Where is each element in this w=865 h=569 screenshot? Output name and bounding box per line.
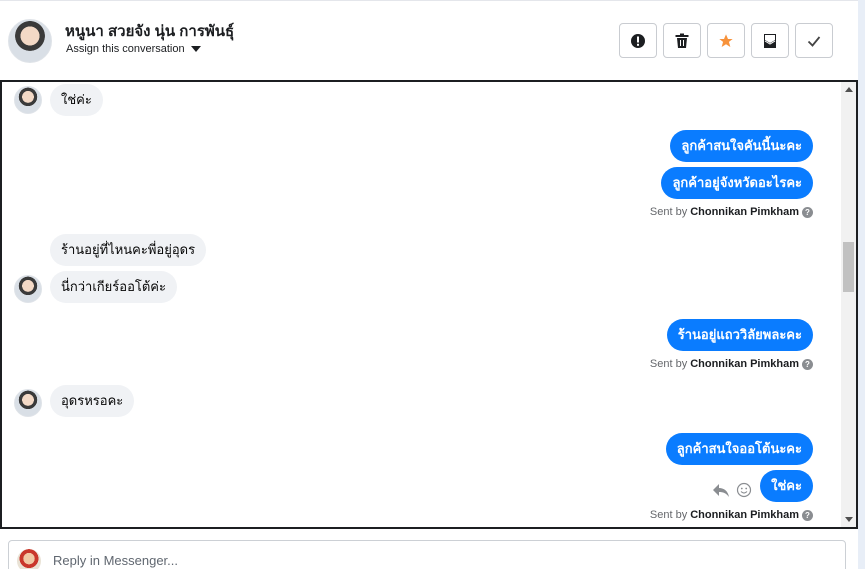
message-list[interactable]: ใช่ค่ะ ลูกค้าสนใจคันนี้นะคะ ลูกค้าอยู่จั… bbox=[0, 80, 858, 529]
outgoing-message[interactable]: ร้านอยู่แถววิลัยพละคะ bbox=[666, 319, 813, 351]
mark-spam-button[interactable] bbox=[619, 23, 657, 58]
page-avatar bbox=[17, 549, 41, 569]
scrollbar[interactable] bbox=[841, 82, 856, 527]
incoming-message[interactable]: นี่กว่าเกียร์ออโต้ค่ะ bbox=[50, 271, 177, 303]
sent-by-name: Chonnikan Pimkham bbox=[690, 509, 799, 521]
sent-by-label: Sent by Chonnikan Pimkham ? bbox=[650, 206, 813, 218]
outgoing-message[interactable]: ใช่คะ bbox=[760, 470, 813, 502]
contact-avatar-small bbox=[14, 275, 42, 303]
reply-arrow-icon[interactable] bbox=[712, 482, 730, 498]
help-icon[interactable]: ? bbox=[802, 509, 813, 521]
assign-label: Assign this conversation bbox=[66, 43, 185, 55]
sent-by-prefix: Sent by bbox=[649, 358, 688, 370]
reply-input[interactable] bbox=[53, 553, 813, 568]
scroll-down-arrow-icon[interactable] bbox=[845, 517, 853, 522]
outgoing-message[interactable]: ลูกค้าอยู่จังหวัดอะไรคะ bbox=[661, 167, 813, 199]
outgoing-message[interactable]: ลูกค้าสนใจออโต้นะคะ bbox=[665, 433, 813, 465]
mark-done-button[interactable] bbox=[795, 23, 833, 58]
incoming-message[interactable]: ร้านอยู่ที่ไหนคะพี่อยู่อุดร bbox=[50, 234, 207, 266]
sent-by-label: Sent by Chonnikan Pimkham ? bbox=[650, 358, 813, 370]
star-button[interactable] bbox=[707, 23, 745, 58]
trash-icon bbox=[675, 33, 689, 48]
sent-by-name: Chonnikan Pimkham bbox=[690, 358, 799, 370]
help-icon[interactable]: ? bbox=[802, 358, 813, 370]
sent-by-prefix: Sent by bbox=[649, 509, 688, 521]
caret-down-icon bbox=[190, 46, 201, 52]
message-hover-actions bbox=[712, 482, 752, 498]
smiley-icon[interactable] bbox=[736, 482, 752, 498]
incoming-message[interactable]: อุดรหรอคะ bbox=[50, 385, 135, 417]
sent-by-label: Sent by Chonnikan Pimkham ? bbox=[650, 509, 813, 521]
sent-by-prefix: Sent by bbox=[649, 206, 688, 218]
conversation-header: หนูนา สวยจัง นุ่น การพันธุ์ Assign this … bbox=[0, 0, 858, 80]
outgoing-message[interactable]: ลูกค้าสนใจคันนี้นะคะ bbox=[670, 130, 813, 162]
contact-avatar[interactable] bbox=[8, 19, 52, 63]
archive-button[interactable] bbox=[751, 23, 789, 58]
scroll-up-arrow-icon[interactable] bbox=[845, 87, 853, 92]
contact-avatar-small bbox=[14, 389, 42, 417]
messenger-conversation: หนูนา สวยจัง นุ่น การพันธุ์ Assign this … bbox=[0, 0, 865, 569]
sent-by-name: Chonnikan Pimkham bbox=[690, 206, 799, 218]
header-actions bbox=[619, 23, 833, 58]
incoming-message[interactable]: ใช่ค่ะ bbox=[50, 84, 103, 116]
assign-conversation-dropdown[interactable]: Assign this conversation bbox=[66, 43, 201, 55]
delete-button[interactable] bbox=[663, 23, 701, 58]
exclamation-icon bbox=[631, 33, 645, 48]
star-icon bbox=[719, 33, 733, 47]
right-gutter bbox=[858, 0, 865, 569]
reply-composer[interactable] bbox=[8, 540, 846, 569]
check-icon bbox=[807, 35, 821, 47]
help-icon[interactable]: ? bbox=[802, 206, 813, 218]
contact-name[interactable]: หนูนา สวยจัง นุ่น การพันธุ์ bbox=[65, 19, 234, 43]
contact-avatar-small bbox=[14, 86, 42, 114]
archive-icon bbox=[764, 33, 776, 48]
scrollbar-thumb[interactable] bbox=[843, 242, 854, 292]
